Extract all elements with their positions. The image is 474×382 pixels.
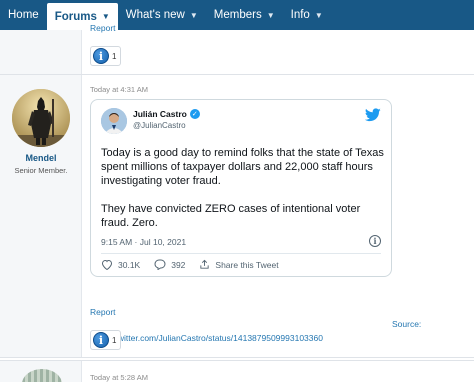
verified-badge-icon: ✓ <box>189 109 200 119</box>
nav-tab-members[interactable]: Members ▼ <box>206 0 283 30</box>
report-link[interactable]: Report <box>90 307 116 317</box>
tweet-share-button[interactable]: Share this Tweet <box>199 259 279 270</box>
tweet-author-avatar[interactable] <box>101 108 127 134</box>
source-link[interactable]: https://twitter.com/JulianCastro/status/… <box>90 333 323 343</box>
tweet-reply-button[interactable]: 392 <box>154 259 185 270</box>
share-icon <box>200 259 210 269</box>
reaction-count: 1 <box>112 51 117 61</box>
tweet-actions: 30.1K 392 Share this Tweet <box>101 259 293 270</box>
post-user-column <box>0 361 82 382</box>
user-title: Senior Member. <box>14 166 68 175</box>
nav-tab-home[interactable]: Home <box>0 0 47 30</box>
previous-post: Report i 1 <box>0 23 474 75</box>
forum-post: Mendel Senior Member. Today at 4:31 AM J… <box>0 75 474 358</box>
post-timestamp[interactable]: Today at 4:31 AM <box>90 85 148 94</box>
tweet-display-name: Julián Castro <box>133 109 187 119</box>
nav-tab-label: What's new <box>125 9 185 21</box>
nav-tab-whats-new[interactable]: What's new ▼ <box>118 0 206 30</box>
next-post: Today at 5:28 AM <box>0 360 474 382</box>
reaction-count: 1 <box>112 335 117 345</box>
heart-icon <box>101 259 113 270</box>
embedded-tweet[interactable]: Julián Castro ✓ @JulianCastro Today is a… <box>90 99 392 277</box>
post-user-column: Mendel Senior Member. <box>0 75 82 357</box>
source-label: Source: <box>392 319 422 329</box>
nav-tab-label: Info <box>290 9 310 21</box>
tweet-reply-count: 392 <box>171 259 186 270</box>
tweet-timestamp[interactable]: 9:15 AM · Jul 10, 2021 <box>101 237 186 247</box>
reaction-button[interactable]: i 1 <box>90 46 122 66</box>
chevron-down-icon[interactable]: ▼ <box>315 11 323 20</box>
post-user-column <box>0 30 82 74</box>
next-user-avatar[interactable] <box>22 369 62 382</box>
tweet-author-name[interactable]: Julián Castro ✓ <box>133 109 200 119</box>
thread-page: Report i 1 Mendel Senior Member. Today a… <box>0 23 474 382</box>
info-reaction-icon: i <box>93 48 109 64</box>
twitter-bird-icon[interactable] <box>365 108 381 122</box>
tweet-author-handle[interactable]: @JulianCastro <box>133 121 186 130</box>
user-avatar[interactable] <box>12 89 70 147</box>
nav-tab-label: Home <box>8 9 39 21</box>
chevron-down-icon[interactable]: ▼ <box>102 12 110 21</box>
reply-bubble-icon <box>154 259 166 270</box>
tweet-info-icon[interactable]: i <box>369 235 381 247</box>
reaction-button[interactable]: i 1 <box>90 330 122 350</box>
tweet-divider <box>101 253 381 254</box>
tweet-text: Today is a good day to remind folks that… <box>101 146 386 244</box>
info-reaction-icon: i <box>93 332 109 348</box>
tweet-paragraph: They have convicted ZERO cases of intent… <box>101 203 361 229</box>
tweet-like-button[interactable]: 30.1K <box>101 259 140 270</box>
username-link[interactable]: Mendel <box>0 153 82 163</box>
chevron-down-icon[interactable]: ▼ <box>267 11 275 20</box>
report-link[interactable]: Report <box>90 23 116 33</box>
tweet-share-label: Share this Tweet <box>215 259 279 270</box>
nav-tab-info[interactable]: Info ▼ <box>283 0 331 30</box>
top-navigation: Home Forums ▼ What's new ▼ Members ▼ Info ▼ <box>0 0 474 30</box>
post-timestamp[interactable]: Today at 5:28 AM <box>90 373 148 382</box>
nav-tab-label: Members <box>213 9 262 21</box>
tweet-paragraph: Today is a good day to remind folks that… <box>101 147 384 187</box>
nav-tab-label: Forums <box>54 10 97 23</box>
tweet-like-count: 30.1K <box>118 259 141 270</box>
chevron-down-icon[interactable]: ▼ <box>190 11 198 20</box>
